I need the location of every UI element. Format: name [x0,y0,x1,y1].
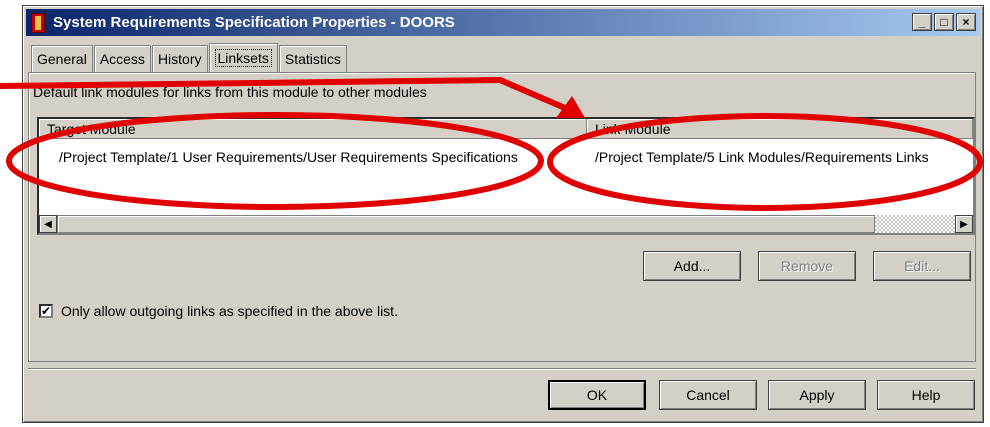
tab-general[interactable]: General [31,45,93,73]
linksets-list[interactable]: Target Module Link Module /Project Templ… [37,117,975,235]
outgoing-links-option[interactable]: ✔ Only allow outgoing links as specified… [39,303,398,319]
doors-app-icon [31,12,45,33]
link-module-cell: /Project Template/5 Link Modules/Require… [595,149,929,165]
list-item[interactable]: /Project Template/1 User Requirements/Us… [39,149,973,165]
help-button[interactable]: Help [877,380,975,410]
target-module-cell: /Project Template/1 User Requirements/Us… [59,149,518,165]
tab-statistics[interactable]: Statistics [278,45,347,73]
panel-description: Default link modules for links from this… [33,84,427,100]
outgoing-links-checkbox[interactable]: ✔ [39,304,53,318]
footer-divider [28,368,976,370]
scroll-right-icon[interactable]: ▶ [955,215,973,233]
ok-button[interactable]: OK [548,380,646,410]
close-button[interactable]: × [956,13,976,31]
title-bar[interactable]: System Requirements Specification Proper… [26,9,980,36]
minimize-button[interactable]: _ [912,13,932,31]
tab-history[interactable]: History [151,45,208,73]
scroll-left-icon[interactable]: ◀ [39,215,57,233]
tab-strip: General Access History Linksets Statisti… [31,43,348,73]
properties-dialog: System Requirements Specification Proper… [22,5,984,423]
column-header-link-module[interactable]: Link Module [587,119,973,139]
cancel-button[interactable]: Cancel [659,380,757,410]
edit-button[interactable]: Edit... [873,251,971,281]
tab-linksets[interactable]: Linksets [208,43,278,72]
outgoing-links-label: Only allow outgoing links as specified i… [61,303,398,319]
list-header: Target Module Link Module [39,119,973,139]
tab-access[interactable]: Access [93,45,151,73]
scroll-track[interactable] [875,215,955,233]
window-title: System Requirements Specification Proper… [53,14,455,31]
apply-button[interactable]: Apply [768,380,866,410]
remove-button[interactable]: Remove [758,251,856,281]
horizontal-scrollbar[interactable]: ◀ ▶ [39,215,973,233]
column-header-target-module[interactable]: Target Module [39,119,587,139]
add-button[interactable]: Add... [643,251,741,281]
scroll-thumb[interactable] [57,215,875,233]
maximize-button[interactable]: □ [934,13,954,31]
